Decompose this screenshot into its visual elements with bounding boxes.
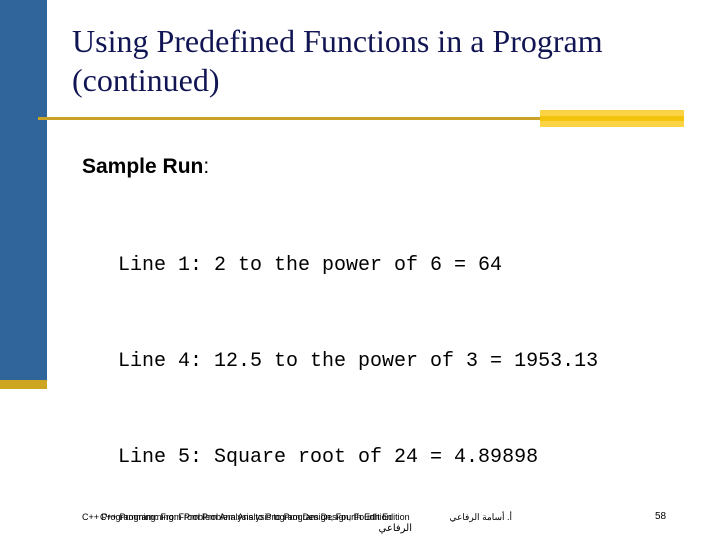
- footer-author-line-arabic: أ. أسامة الرفاعي: [449, 512, 512, 522]
- output-line: Line 1: 2 to the power of 6 = 64: [118, 254, 503, 277]
- slide-footer: C++ Programming: From Problem Analysis t…: [0, 508, 720, 540]
- sidebar-accent-blue: [0, 0, 47, 380]
- footer-text-stack: C++ Programming: From Problem Analysis t…: [82, 508, 642, 538]
- sample-run-heading: Sample Run:: [82, 155, 209, 179]
- slide-canvas: Using Predefined Functions in a Program …: [0, 0, 720, 540]
- footer-author-surname-arabic: الرفاعي: [378, 523, 412, 534]
- page-number: 58: [655, 511, 667, 522]
- page-title: Using Predefined Functions in a Program …: [72, 23, 603, 98]
- output-line: Line 4: 12.5 to the power of 3 = 1953.13: [118, 350, 599, 373]
- sample-run-colon: :: [203, 155, 210, 178]
- console-output-block: Line 1: 2 to the power of 6 = 64 Line 4:…: [118, 186, 598, 540]
- sidebar-accent-gold: [0, 380, 47, 389]
- title-rule-block-core: [540, 116, 684, 121]
- output-line: Line 5: Square root of 24 = 4.89898: [118, 446, 539, 469]
- sample-run-label: Sample Run: [82, 155, 204, 178]
